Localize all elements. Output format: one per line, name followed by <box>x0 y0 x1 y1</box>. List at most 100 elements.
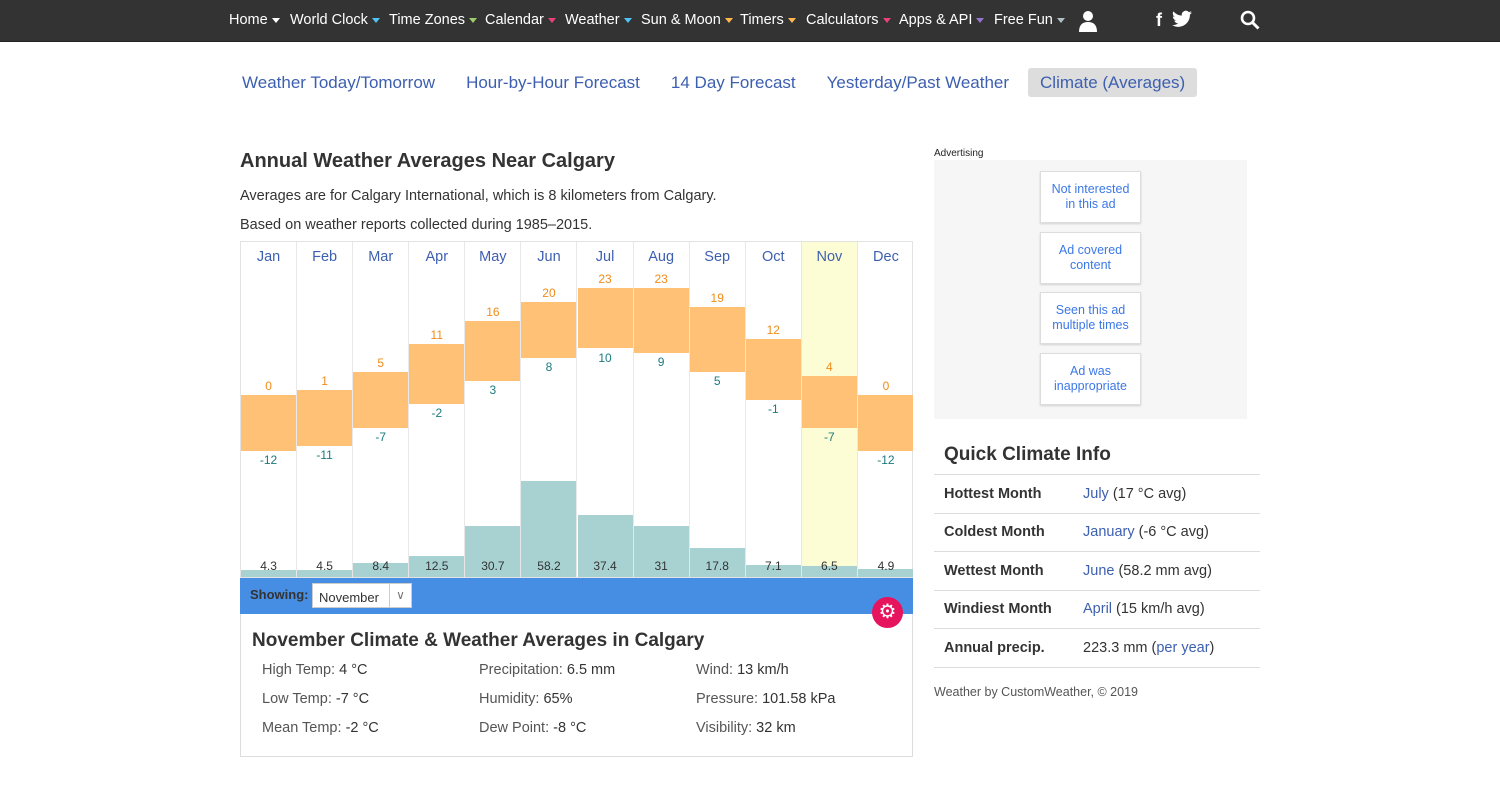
quick-link[interactable]: July <box>1083 486 1109 502</box>
quick-key: Wettest Month <box>944 562 1044 579</box>
high-temp-label: 1 <box>321 374 328 389</box>
low-temp-label: -11 <box>316 448 333 463</box>
high-temp-label: 0 <box>265 379 272 393</box>
month-label: Jan <box>256 249 281 265</box>
nav-item-world-clock[interactable]: World Clock <box>290 12 380 28</box>
tab--day-forecast[interactable]: 14 Day Forecast <box>659 68 808 97</box>
month-label: Mar <box>368 249 394 265</box>
month-details: November Climate & Weather Averages in C… <box>240 614 913 757</box>
low-temp-label: -1 <box>767 401 779 416</box>
detail-key: Mean Temp: <box>262 720 342 736</box>
precip-label: 17.8 <box>705 559 729 573</box>
month-label: Jun <box>537 249 561 265</box>
quick-rest: (17 °C avg) <box>1108 485 1187 502</box>
month-column[interactable]: May 16 3 30.7 <box>465 242 522 577</box>
chevron-down-icon <box>1056 17 1065 23</box>
quick-link[interactable]: April <box>1083 601 1112 617</box>
ad-feedback-button[interactable]: Seen this ad multiple times <box>1040 292 1141 344</box>
high-temp-label: 23 <box>598 272 612 287</box>
tab-yesterday-past-weather[interactable]: Yesterday/Past Weather <box>815 68 1021 97</box>
ad-feedback-button[interactable]: Not interested in this ad <box>1040 171 1141 223</box>
month-column[interactable]: Nov 4 -7 6.5 <box>801 242 858 577</box>
detail-key: Dew Point: <box>479 720 550 736</box>
user-icon[interactable] <box>1078 10 1098 36</box>
detail-item: High Temp: 4 °C <box>262 662 367 678</box>
detail-value: 13 km/h <box>737 662 789 678</box>
quick-rest: (-6 °C avg) <box>1134 524 1209 541</box>
nav-item-apps-api[interactable]: Apps & API <box>899 12 985 28</box>
chevron-down-icon <box>371 17 380 23</box>
precip-label: 31 <box>654 559 668 573</box>
nav-label: Calendar <box>485 12 544 28</box>
month-select[interactable]: November ∨ <box>312 583 412 608</box>
quick-value: 223.3 mm (per year) <box>1083 640 1214 656</box>
nav-item-calendar[interactable]: Calendar <box>485 12 556 28</box>
quick-key: Hottest Month <box>944 485 1042 502</box>
high-temp-label: 5 <box>377 355 385 370</box>
period-text: Based on weather reports collected durin… <box>240 217 593 233</box>
high-temp-label: 11 <box>430 327 444 342</box>
detail-item: Visibility: 32 km <box>696 720 796 736</box>
facebook-icon[interactable]: f <box>1156 10 1162 31</box>
detail-item: Low Temp: -7 °C <box>262 691 369 707</box>
month-column[interactable]: Jun 20 8 58.2 <box>521 242 578 577</box>
nav-item-sun-moon[interactable]: Sun & Moon <box>641 12 733 28</box>
detail-item: Pressure: 101.58 kPa <box>696 691 835 707</box>
nav-item-home[interactable]: Home <box>229 12 280 28</box>
month-column[interactable]: Jul 23 10 37.4 <box>577 242 634 577</box>
nav-label: Free Fun <box>994 12 1053 28</box>
nav-item-weather[interactable]: Weather <box>565 12 632 28</box>
chevron-down-icon <box>469 17 478 23</box>
temp-bar <box>241 395 297 451</box>
nav-label: Home <box>229 12 268 28</box>
month-column[interactable]: Sep 19 5 17.8 <box>689 242 746 577</box>
month-column[interactable]: Aug 23 9 31 <box>633 242 690 577</box>
high-temp-label: 0 <box>882 379 890 393</box>
nav-item-timers[interactable]: Timers <box>740 12 796 28</box>
month-column[interactable]: Mar 5 -7 8.4 <box>353 242 410 577</box>
temp-bar <box>577 288 633 349</box>
nav-item-calculators[interactable]: Calculators <box>806 12 891 28</box>
temp-bar <box>297 390 353 447</box>
month-label: Nov <box>816 249 843 265</box>
quick-title: Quick Climate Info <box>944 444 1111 465</box>
precip-label: 4.5 <box>316 559 333 573</box>
temp-bar <box>353 371 409 428</box>
detail-item: Wind: 13 km/h <box>696 662 789 678</box>
tab-climate-averages[interactable]: Climate (Averages) <box>1028 68 1198 97</box>
temp-bar <box>633 288 689 354</box>
month-column[interactable]: Apr 11 -2 12.5 <box>409 242 466 577</box>
nav-label: World Clock <box>290 12 368 28</box>
tab-hour-by-hour-forecast[interactable]: Hour-by-Hour Forecast <box>454 68 652 97</box>
nav-item-time-zones[interactable]: Time Zones <box>389 12 478 28</box>
quick-link[interactable]: June <box>1083 563 1114 579</box>
ad-feedback-button[interactable]: Ad was inappropriate <box>1040 352 1141 405</box>
chevron-down-icon[interactable]: ∨ <box>389 584 411 607</box>
quick-value: July (17 °C avg) <box>1083 486 1186 502</box>
detail-key: High Temp: <box>262 662 336 678</box>
nav-item-free-fun[interactable]: Free Fun <box>994 12 1065 28</box>
search-icon[interactable] <box>1240 10 1260 34</box>
quick-link[interactable]: January <box>1083 524 1135 540</box>
ad-feedback-button[interactable]: Ad covered content <box>1040 231 1141 284</box>
chevron-down-icon <box>882 17 891 23</box>
high-temp-label: 23 <box>654 272 668 287</box>
twitter-icon[interactable] <box>1172 10 1192 32</box>
detail-key: Humidity: <box>479 691 540 707</box>
tab-weather-today-tomorrow[interactable]: Weather Today/Tomorrow <box>230 68 447 97</box>
credit: Weather by CustomWeather, © 2019 <box>934 685 1138 699</box>
precip-label: 37.4 <box>593 559 617 573</box>
temp-bar <box>465 320 521 382</box>
month-column[interactable]: Dec 0 -12 4.9 <box>857 242 914 577</box>
month-column[interactable]: Oct 12 -1 7.1 <box>745 242 802 577</box>
chevron-down-icon <box>547 17 556 23</box>
showing-label: Showing: <box>250 587 309 602</box>
detail-value: 32 km <box>756 720 796 736</box>
climate-chart: Jan 0 -12 4.3 Feb 1 -11 4.5 Mar 5 -7 8.4 Apr 11 -2 12.5… <box>240 241 913 578</box>
month-column[interactable]: Feb 1 -11 4.5 <box>297 242 354 577</box>
month-column[interactable]: Jan 0 -12 4.3 <box>241 242 298 577</box>
showing-bar: Showing: November ∨ <box>240 578 913 614</box>
low-temp-label: -12 <box>877 452 895 467</box>
quick-row: Hottest Month July (17 °C avg) <box>934 474 1260 513</box>
quick-link[interactable]: per year <box>1156 640 1209 656</box>
